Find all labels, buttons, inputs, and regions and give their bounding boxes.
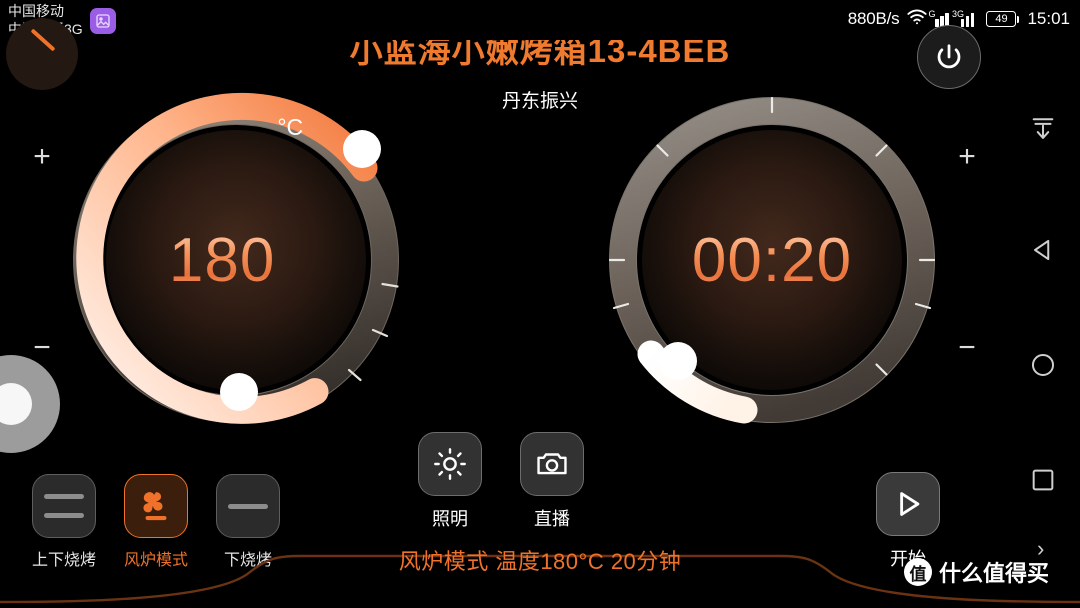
image-icon bbox=[90, 8, 116, 34]
temperature-value: 180 bbox=[168, 225, 276, 295]
timer-dial[interactable]: 00:20 bbox=[604, 92, 940, 428]
signal-g-label: G bbox=[928, 8, 936, 19]
signal-3g-icon: 3G bbox=[952, 9, 980, 27]
timer-value: 00:20 bbox=[691, 225, 853, 295]
timer-decrease-button[interactable]: − bbox=[952, 333, 982, 363]
play-icon[interactable] bbox=[876, 472, 940, 536]
light-bulb-icon[interactable] bbox=[418, 432, 482, 496]
watermark-arrow: › bbox=[1037, 536, 1045, 561]
temperature-dial[interactable]: 180 °C bbox=[68, 92, 404, 428]
center-actions: 照明 直播 bbox=[418, 432, 584, 531]
camera-icon[interactable] bbox=[520, 432, 584, 496]
live-button[interactable]: 直播 bbox=[520, 432, 584, 531]
temperature-increase-button[interactable]: + bbox=[27, 142, 57, 172]
timer-readout: 00:20 bbox=[604, 92, 940, 428]
timer-increase-button[interactable]: + bbox=[952, 142, 982, 172]
network-speed: 880B/s bbox=[847, 9, 900, 28]
watermark-text: 什么值得买 bbox=[939, 561, 1050, 586]
status-bar: 中国移动 中国联通3G 880B/s G bbox=[0, 0, 1080, 40]
temperature-readout: 180 °C bbox=[68, 92, 404, 428]
nav-bar bbox=[1006, 0, 1080, 608]
donut-hole bbox=[0, 383, 32, 425]
oven-control-app: 中国移动 中国联通3G 880B/s G bbox=[0, 0, 1080, 608]
light-button[interactable]: 照明 bbox=[418, 432, 482, 531]
temperature-unit: °C bbox=[277, 114, 304, 140]
temperature-decrease-button[interactable]: − bbox=[27, 333, 57, 363]
watermark-logo: 值 bbox=[904, 558, 932, 586]
home-circle-icon[interactable] bbox=[1028, 350, 1058, 380]
wifi-icon bbox=[906, 8, 928, 30]
signal-3g-label: 3G bbox=[951, 8, 964, 19]
fan-icon[interactable] bbox=[124, 474, 188, 538]
power-button[interactable] bbox=[917, 25, 981, 89]
two-bars-icon[interactable] bbox=[32, 474, 96, 538]
watermark: 值 什么值得买 bbox=[904, 556, 1049, 588]
recents-square-icon[interactable] bbox=[1028, 465, 1058, 495]
back-triangle-icon[interactable] bbox=[1028, 235, 1058, 265]
decorative-donut bbox=[0, 355, 60, 453]
power-icon bbox=[937, 44, 961, 69]
one-bar-icon[interactable] bbox=[216, 474, 280, 538]
download-icon[interactable] bbox=[1028, 113, 1058, 143]
live-button-label: 直播 bbox=[534, 509, 570, 529]
light-button-label: 照明 bbox=[432, 509, 468, 529]
